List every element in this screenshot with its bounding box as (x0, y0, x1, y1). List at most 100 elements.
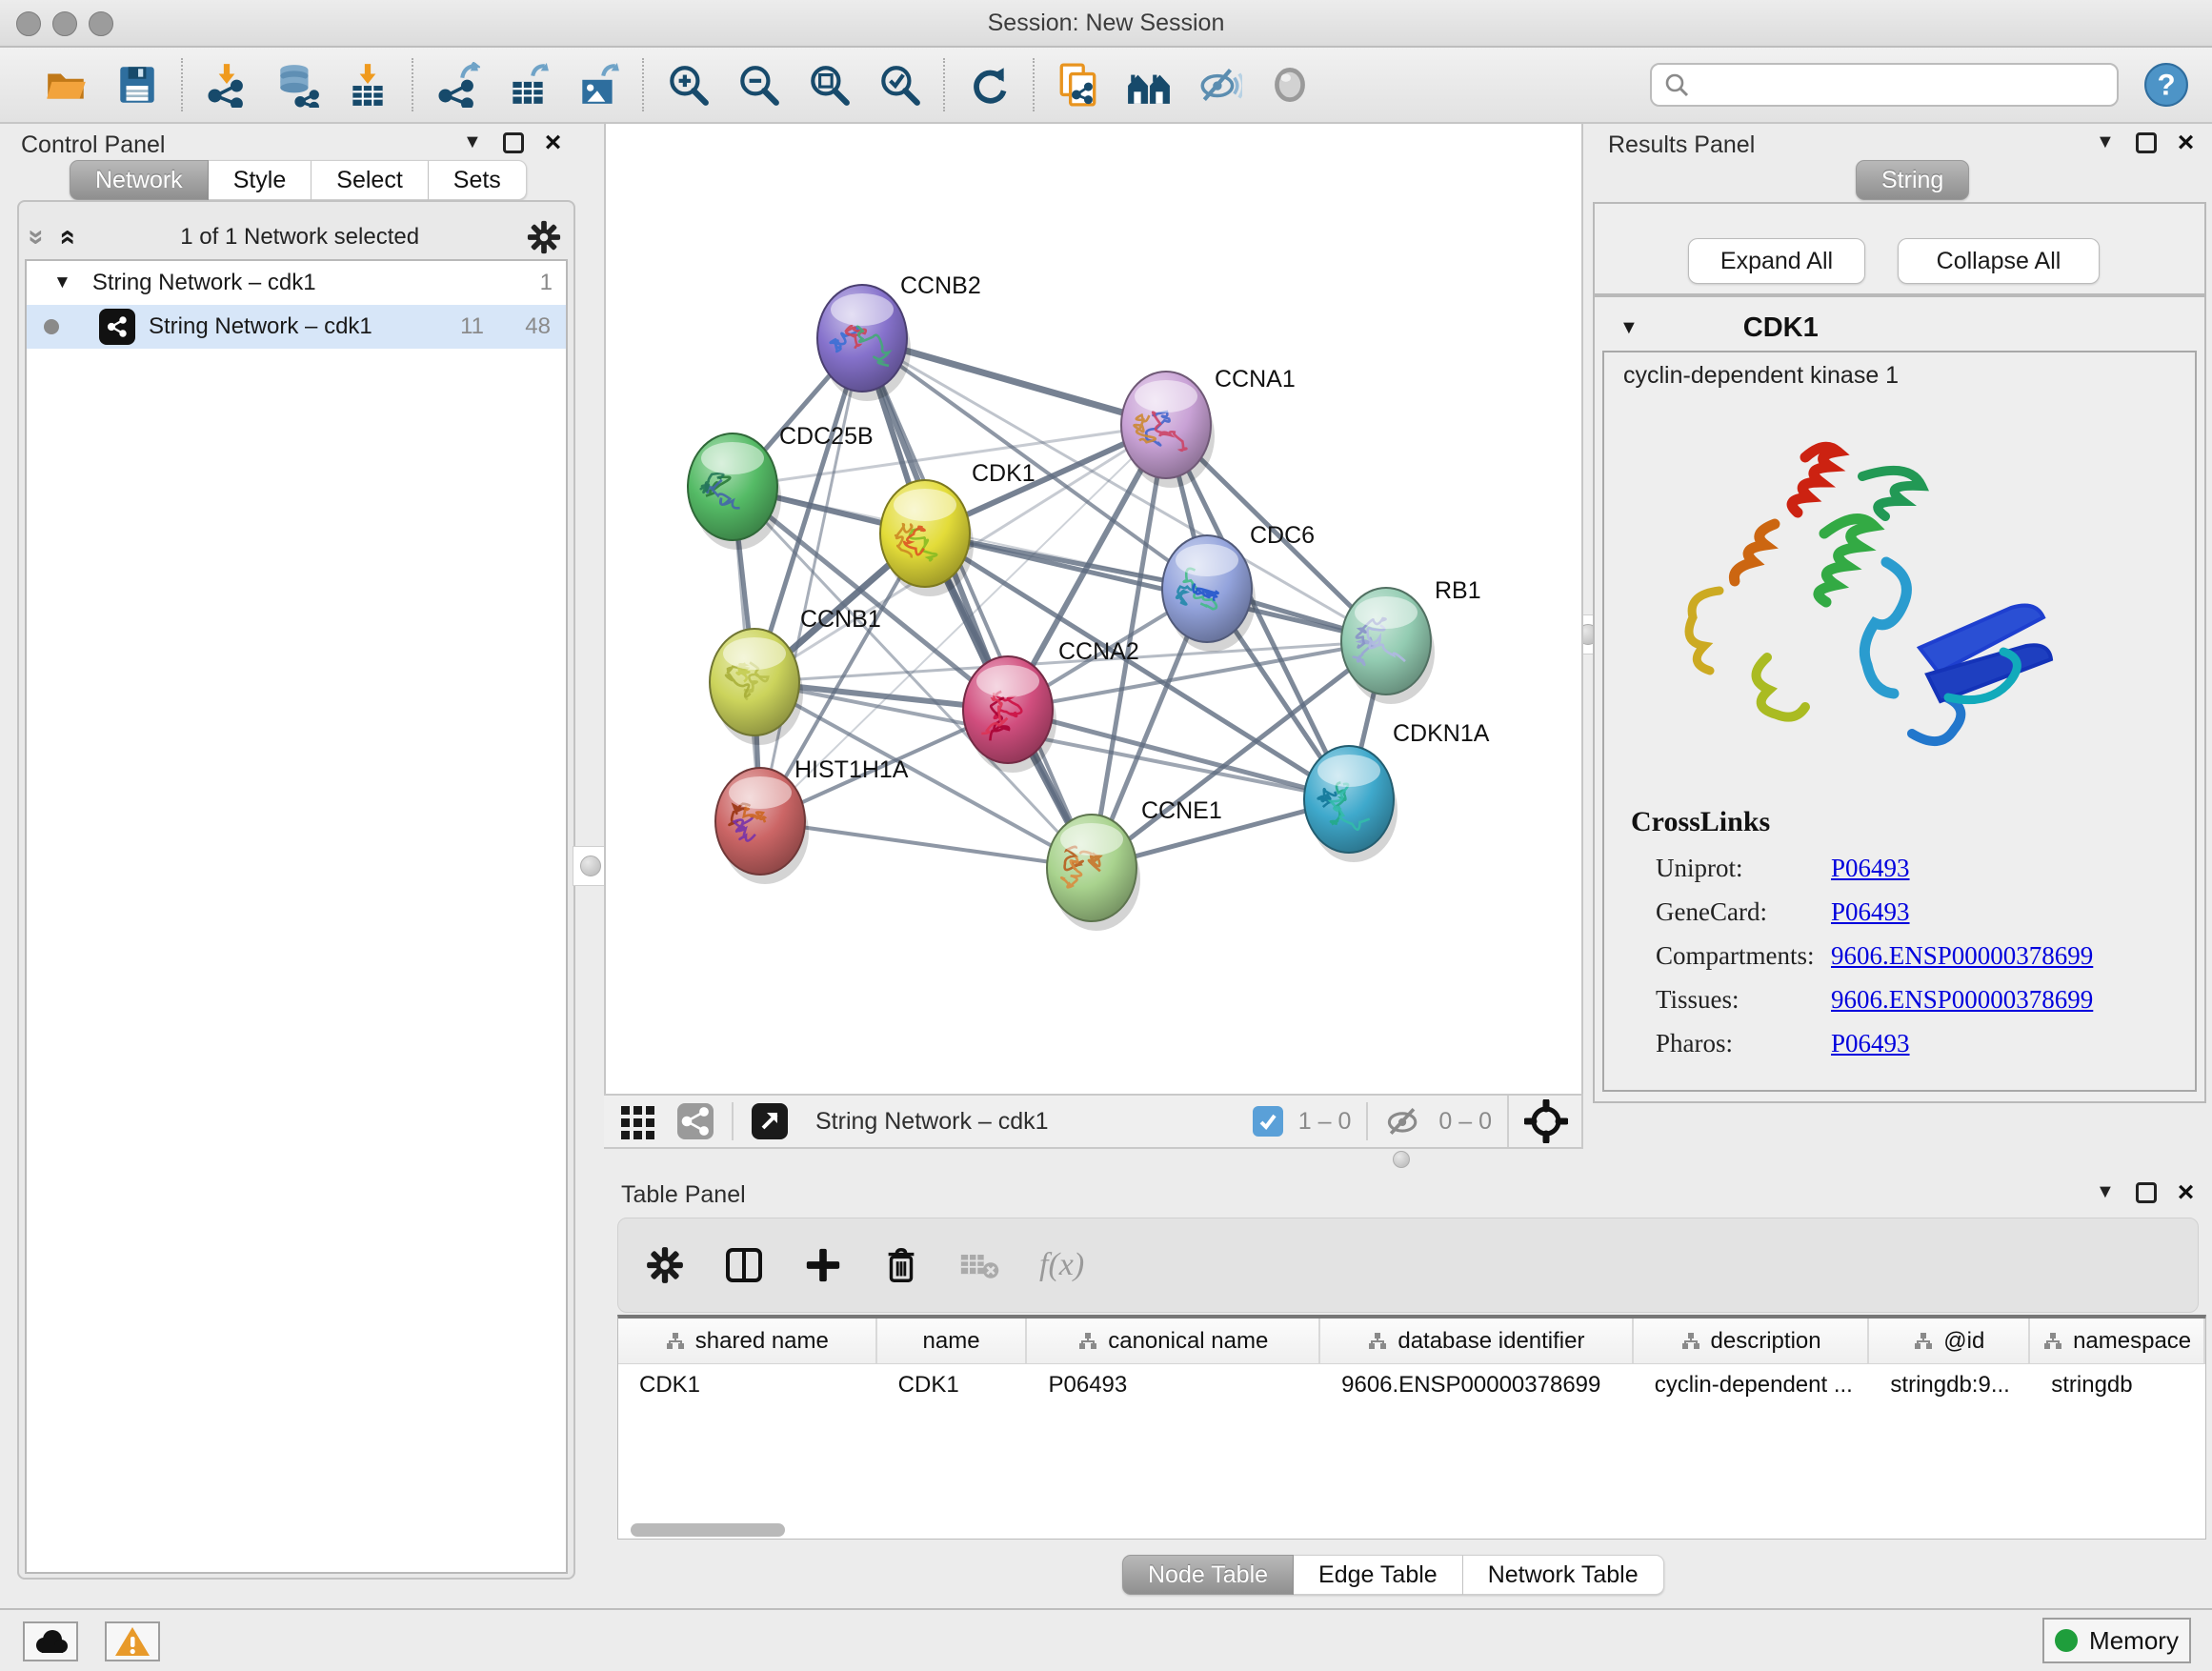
zoom-fit-icon[interactable] (806, 62, 852, 108)
search-input[interactable] (1690, 66, 2105, 104)
column-header--id[interactable]: @id (1869, 1319, 2030, 1363)
export-image-icon[interactable] (575, 62, 621, 108)
zoom-in-icon[interactable] (665, 62, 711, 108)
column-header-namespace[interactable]: namespace (2030, 1319, 2205, 1363)
memory-button[interactable]: Memory (2042, 1618, 2191, 1663)
show-columns-icon[interactable] (723, 1244, 765, 1286)
export-table-icon[interactable] (505, 62, 551, 108)
collapse-panel-icon[interactable]: ▼ (2096, 1181, 2115, 1203)
column-header-shared-name[interactable]: shared name (618, 1319, 877, 1363)
column-header-name[interactable]: name (877, 1319, 1028, 1363)
node-RB1[interactable]: RB1 (1341, 577, 1481, 704)
save-session-icon[interactable] (114, 62, 160, 108)
table-cell[interactable]: CDK1 (618, 1364, 877, 1408)
crosslink-row: Pharos: P06493 (1656, 1029, 2189, 1073)
help-icon[interactable]: ? (2143, 62, 2189, 108)
navbar-separator (1366, 1102, 1368, 1140)
tab-string[interactable]: String (1856, 160, 1969, 200)
collapse-all-button[interactable]: Collapse All (1898, 238, 2100, 284)
export-network-icon[interactable] (434, 62, 480, 108)
bottom-splitter-handle[interactable] (1393, 1151, 1410, 1168)
table-horizontal-scrollbar[interactable] (617, 1520, 2206, 1540)
hidden-elements-icon[interactable] (1383, 1101, 1423, 1141)
hide-annotations-icon[interactable] (1196, 62, 1242, 108)
edge-HIST1H1A-CCNE1[interactable] (760, 821, 1092, 868)
import-table-icon[interactable] (345, 62, 391, 108)
table-cell[interactable]: stringdb (2030, 1364, 2205, 1408)
collapse-all-networks-icon[interactable]: » (50, 230, 82, 246)
node-table[interactable]: shared namenamecanonical namedatabase id… (617, 1315, 2206, 1540)
edge-CCNB2-CCNE1[interactable] (862, 338, 1092, 868)
crosslink-link[interactable]: P06493 (1831, 854, 1910, 883)
close-panel-icon[interactable]: × (545, 132, 562, 153)
gene-section-header[interactable]: ▼ CDK1 (1619, 307, 2182, 349)
apps-group (1035, 55, 1334, 114)
shared-column-icon (1680, 1331, 1701, 1352)
node-HIST1H1A[interactable]: HIST1H1A (715, 756, 909, 884)
app-store-icon[interactable] (1126, 62, 1172, 108)
close-panel-icon[interactable]: × (2178, 132, 2195, 153)
column-header-description[interactable]: description (1634, 1319, 1870, 1363)
crosslink-link[interactable]: 9606.ENSP00000378699 (1831, 985, 2093, 1015)
crosslink-link[interactable]: P06493 (1831, 897, 1910, 927)
detach-view-icon[interactable] (749, 1100, 791, 1142)
network-row[interactable]: String Network – cdk1 11 48 (27, 305, 566, 349)
close-panel-icon[interactable]: × (2178, 1182, 2195, 1203)
tab-network[interactable]: Network (70, 160, 209, 200)
zoom-selected-icon[interactable] (876, 62, 922, 108)
selected-nodes-checkbox[interactable] (1253, 1106, 1283, 1137)
expand-all-button[interactable]: Expand All (1688, 238, 1865, 284)
warnings-button[interactable] (105, 1621, 160, 1661)
network-canvas[interactable]: CCNB2CCNA1CDC25BCDK1CDC6RB1CCNB1CCNA2CDK… (604, 124, 1583, 1094)
collapse-panel-icon[interactable]: ▼ (2096, 131, 2115, 153)
scrollbar-thumb[interactable] (631, 1523, 785, 1537)
column-header-database-identifier[interactable]: database identifier (1320, 1319, 1634, 1363)
birds-eye-view-icon[interactable] (1524, 1099, 1568, 1143)
table-cell[interactable]: CDK1 (877, 1364, 1028, 1408)
node-CCNE1[interactable]: CCNE1 (1047, 797, 1222, 931)
tab-sets[interactable]: Sets (429, 160, 527, 200)
network-options-gear-icon[interactable] (526, 219, 562, 255)
column-header-canonical-name[interactable]: canonical name (1027, 1319, 1320, 1363)
copy-network-icon[interactable] (1056, 62, 1101, 108)
create-column-icon[interactable] (803, 1245, 843, 1285)
network-list-icon[interactable] (674, 1100, 716, 1142)
table-cell[interactable]: P06493 (1028, 1364, 1321, 1408)
cloud-status-button[interactable] (23, 1621, 78, 1661)
apply-layout-icon[interactable] (966, 62, 1012, 108)
tab-node-table[interactable]: Node Table (1122, 1555, 1294, 1595)
table-cell[interactable]: cyclin-dependent ... (1634, 1364, 1870, 1408)
float-panel-icon[interactable] (503, 132, 524, 153)
tab-edge-table[interactable]: Edge Table (1294, 1555, 1463, 1595)
svg-text:?: ? (2157, 68, 2175, 101)
import-database-icon[interactable] (274, 62, 320, 108)
table-cell[interactable]: stringdb:9... (1869, 1364, 2030, 1408)
shared-column-icon (1367, 1331, 1388, 1352)
node-CCNB2[interactable]: CCNB2 (817, 272, 981, 401)
collapse-panel-icon[interactable]: ▼ (463, 131, 482, 153)
crosslink-link[interactable]: 9606.ENSP00000378699 (1831, 941, 2093, 971)
search-field[interactable] (1650, 63, 2119, 107)
delete-column-icon[interactable] (881, 1245, 921, 1285)
section-expander-icon[interactable]: ▼ (1619, 317, 1639, 339)
node-CDC25B[interactable]: CDC25B (688, 423, 874, 550)
tree-expander-icon[interactable]: ▼ (53, 272, 71, 293)
table-cell[interactable]: 9606.ENSP00000378699 (1320, 1364, 1634, 1408)
open-session-icon[interactable] (44, 62, 90, 108)
tab-select[interactable]: Select (312, 160, 428, 200)
table-options-gear-icon[interactable] (645, 1245, 685, 1285)
tab-style[interactable]: Style (209, 160, 312, 200)
float-panel-icon[interactable] (2136, 132, 2157, 153)
zoom-out-icon[interactable] (735, 62, 781, 108)
expand-all-networks-icon[interactable]: » (20, 230, 52, 246)
grid-view-icon[interactable] (617, 1100, 659, 1142)
node-CDKN1A[interactable]: CDKN1A (1304, 720, 1490, 862)
import-network-icon[interactable] (204, 62, 250, 108)
show-graphics-icon[interactable] (1267, 62, 1313, 108)
network-collection-row[interactable]: ▼ String Network – cdk1 1 (27, 261, 566, 305)
tab-network-table[interactable]: Network Table (1463, 1555, 1664, 1595)
table-row[interactable]: CDK1CDK1P064939606.ENSP00000378699cyclin… (618, 1364, 2205, 1408)
crosslink-link[interactable]: P06493 (1831, 1029, 1910, 1058)
float-panel-icon[interactable] (2136, 1182, 2157, 1203)
crosslink-row: Tissues: 9606.ENSP00000378699 (1656, 985, 2189, 1029)
